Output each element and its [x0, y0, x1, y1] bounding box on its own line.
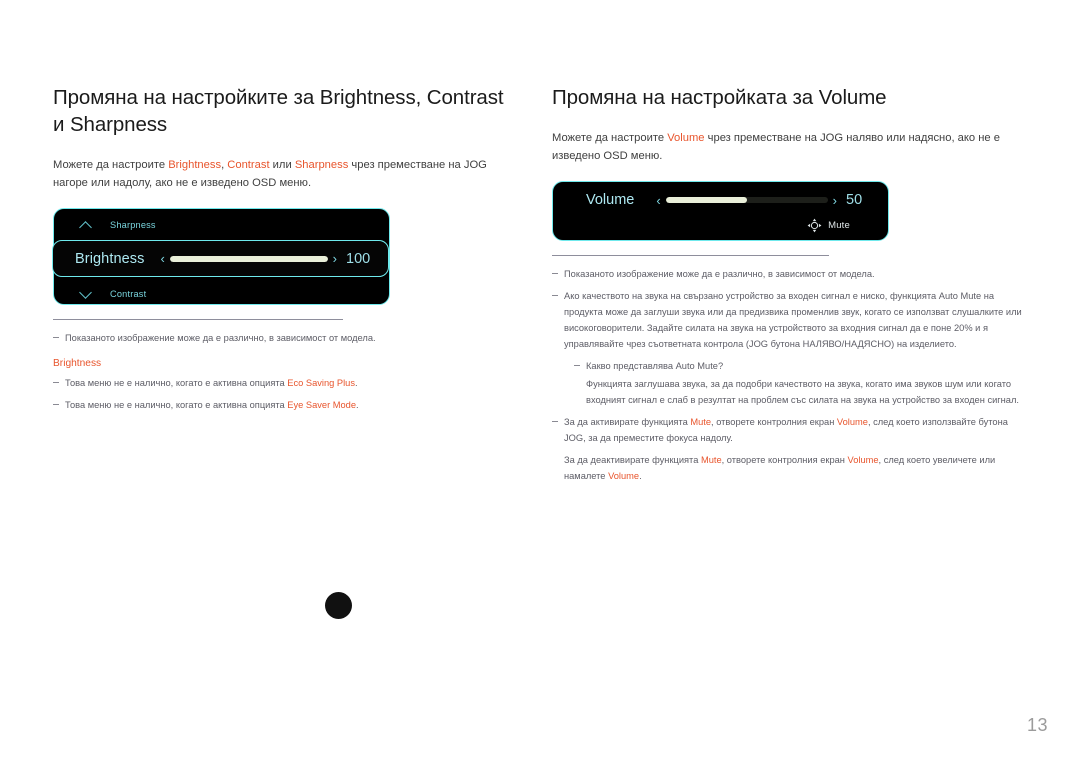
- page-number: 13: [1026, 715, 1048, 735]
- slider-left-arrow-icon[interactable]: ‹: [656, 194, 660, 207]
- osd-row-brightness-selected[interactable]: Brightness ‹ › 100: [52, 240, 389, 278]
- term-mute: Mute: [690, 417, 712, 428]
- term-volume: Volume: [608, 471, 640, 482]
- left-column: Промяна на настройките за Brightness, Co…: [52, 84, 508, 420]
- brightness-slider[interactable]: ‹ ›: [161, 252, 337, 265]
- notes-divider: [53, 319, 343, 321]
- right-column: Промяна на настройката за Volume Можете …: [552, 84, 1032, 491]
- slider-right-arrow-icon[interactable]: ›: [333, 252, 337, 265]
- chevron-up-icon: [78, 220, 94, 230]
- brightness-slider-track[interactable]: [169, 255, 328, 262]
- osd-panel-volume: Volume ‹ › 50 Mute: [552, 181, 889, 242]
- notes-divider: [552, 255, 829, 257]
- note-text: , отворете контролния екран: [711, 417, 837, 428]
- osd-row-label-contrast: Contrast: [110, 289, 147, 300]
- notes-left: Показаното изображение може да е различн…: [53, 319, 508, 414]
- jog-button-graphic: [325, 592, 352, 619]
- chevron-down-icon: [78, 289, 94, 299]
- osd-row-contrast[interactable]: Contrast: [54, 278, 389, 310]
- note-text: .: [639, 471, 642, 482]
- brightness-slider-fill: [169, 255, 328, 262]
- volume-slider-track[interactable]: [665, 197, 828, 204]
- jog-direction-icon: [807, 218, 822, 233]
- intro-text-part: Можете да настроите: [552, 132, 668, 145]
- note-text: За да активирате функцията: [564, 417, 691, 428]
- term-brightness: Brightness: [168, 159, 222, 172]
- note-text: .: [356, 400, 359, 411]
- notes-right: Показаното изображение може да е различн…: [552, 255, 1032, 485]
- note-item: Ако качеството на звука на свързано устр…: [552, 289, 1032, 353]
- page-title-brightness-contrast-sharpness: Промяна на настройките за Brightness, Co…: [53, 86, 504, 137]
- note-item: Показаното изображение може да е различн…: [552, 267, 1032, 283]
- term-mute: Mute: [700, 455, 722, 466]
- note-item-sub: Какво представлява Auto Mute?: [574, 359, 1032, 375]
- term-volume: Volume: [847, 455, 879, 466]
- note-item: Това меню не е налично, когато е активна…: [53, 398, 508, 414]
- volume-slider[interactable]: ‹ ›: [656, 194, 837, 207]
- volume-value: 50: [846, 192, 863, 209]
- osd-row-label-sharpness: Sharpness: [110, 220, 156, 231]
- slider-left-arrow-icon[interactable]: ‹: [161, 252, 165, 265]
- intro-paragraph-left: Можете да настроите Brightness, Contrast…: [53, 156, 508, 192]
- osd-label-mute: Mute: [828, 219, 850, 231]
- osd-row-sharpness[interactable]: Sharpness: [54, 209, 389, 241]
- term-sharpness: Sharpness: [294, 159, 349, 172]
- note-item: Показаното изображение може да е различн…: [53, 331, 508, 347]
- osd-row-mute[interactable]: Mute: [553, 215, 874, 235]
- brightness-value: 100: [346, 250, 371, 267]
- term-eye-saver-mode: Eye Saver Mode: [287, 400, 357, 411]
- term-volume: Volume: [836, 417, 868, 428]
- note-text: За да деактивирате функцията: [564, 455, 701, 466]
- volume-slider-fill: [665, 197, 747, 204]
- note-item: Това меню не е налично, когато е активна…: [53, 376, 508, 392]
- note-text: Това меню не е налично, когато е активна…: [65, 378, 288, 389]
- note-text: Това меню не е налично, когато е активна…: [65, 400, 288, 411]
- term-volume: Volume: [667, 132, 705, 145]
- intro-text-part: или: [269, 159, 295, 172]
- osd-panel-brightness: Sharpness Contrast Brightness ‹ › 100: [52, 208, 390, 306]
- intro-paragraph-right: Можете да настроите Volume чрез преместв…: [552, 129, 1032, 165]
- osd-row-volume[interactable]: Volume ‹ › 50: [553, 187, 874, 213]
- intro-text-part: Можете да настроите: [53, 159, 169, 172]
- osd-label-volume: Volume: [586, 192, 635, 209]
- term-contrast: Contrast: [227, 159, 270, 172]
- note-item-continued: За да деактивирате функцията Mute, отвор…: [564, 453, 1032, 485]
- note-subtext: Функцията заглушава звука, за да подобри…: [586, 379, 1019, 406]
- term-eco-saving-plus: Eco Saving Plus: [287, 378, 355, 389]
- slider-right-arrow-icon[interactable]: ›: [833, 194, 837, 207]
- note-text: .: [354, 378, 358, 389]
- note-text: , отворете контролния екран: [721, 455, 848, 466]
- note-item: За да активирате функцията Mute, отворет…: [552, 415, 1032, 447]
- notes-subtitle-brightness: Brightness: [53, 358, 102, 370]
- osd-label-brightness: Brightness: [75, 250, 145, 267]
- page-title-volume: Промяна на настройката за Volume: [552, 86, 887, 109]
